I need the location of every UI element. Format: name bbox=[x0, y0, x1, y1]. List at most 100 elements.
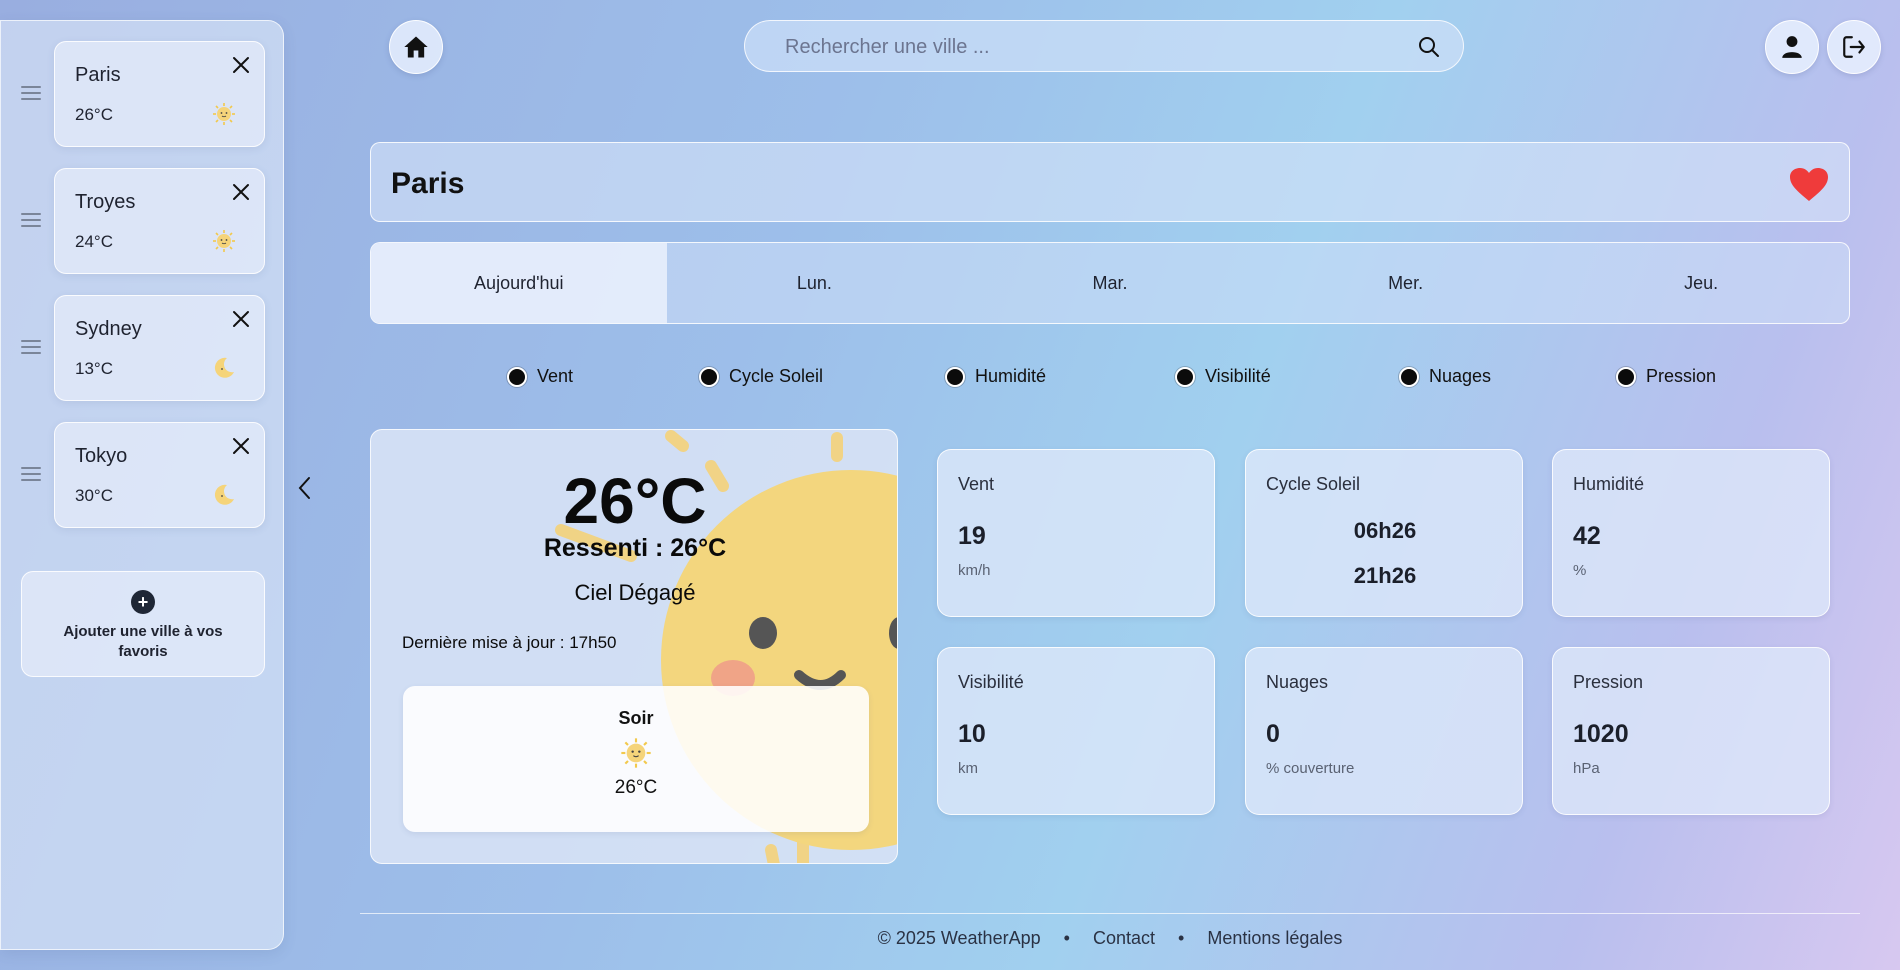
heart-icon[interactable] bbox=[1789, 167, 1829, 203]
wind-card: Vent 19 km/h bbox=[937, 449, 1215, 617]
favorite-card-tokyo[interactable]: Tokyo 30°C bbox=[54, 422, 265, 528]
home-icon bbox=[404, 36, 428, 58]
tab-monday[interactable]: Lun. bbox=[667, 243, 963, 323]
card-title: Pression bbox=[1573, 672, 1644, 692]
tab-thursday[interactable]: Jeu. bbox=[1553, 243, 1849, 323]
favorite-row: Troyes 24°C bbox=[1, 168, 285, 274]
toggle-visibility[interactable]: Visibilité bbox=[1175, 366, 1271, 387]
current-temp: 26°C bbox=[563, 465, 707, 537]
radio-dot bbox=[1175, 366, 1195, 387]
drag-handle-icon[interactable] bbox=[21, 86, 41, 100]
city-title: Paris bbox=[391, 167, 465, 200]
toggle-label: Visibilité bbox=[1205, 366, 1271, 386]
toggle-wind[interactable]: Vent bbox=[507, 366, 573, 387]
favorite-card-sydney[interactable]: Sydney 13°C bbox=[54, 295, 265, 401]
favorite-row: Sydney 13°C bbox=[1, 295, 285, 401]
card-value: 19 bbox=[958, 522, 986, 550]
radio-dot bbox=[1616, 366, 1636, 387]
last-updated: Dernière mise à jour : 17h50 bbox=[402, 633, 617, 652]
weather-description: Ciel Dégagé bbox=[574, 580, 696, 605]
favorite-name: Sydney bbox=[75, 318, 142, 340]
favorite-name: Tokyo bbox=[75, 445, 128, 467]
profile-button[interactable] bbox=[1765, 20, 1819, 74]
card-unit: hPa bbox=[1573, 760, 1600, 777]
card-title: Visibilité bbox=[958, 672, 1024, 692]
plus-icon: + bbox=[131, 590, 155, 614]
toggle-sun-cycle[interactable]: Cycle Soleil bbox=[699, 366, 823, 387]
drag-handle-icon[interactable] bbox=[21, 340, 41, 354]
city-header: Paris bbox=[370, 142, 1850, 222]
toggle-pressure[interactable]: Pression bbox=[1616, 366, 1716, 387]
toggle-clouds[interactable]: Nuages bbox=[1399, 366, 1491, 387]
sunrise-time: 06h26 bbox=[1353, 518, 1417, 543]
sunset-time: 21h26 bbox=[1353, 563, 1417, 588]
home-button[interactable] bbox=[389, 20, 443, 74]
card-title: Vent bbox=[958, 474, 995, 494]
card-unit: % couverture bbox=[1266, 760, 1355, 777]
favorite-temp: 30°C bbox=[75, 486, 113, 505]
add-favorite-label: Ajouter une ville à vos favoris bbox=[63, 623, 223, 660]
close-icon[interactable] bbox=[232, 56, 250, 74]
card-title: Nuages bbox=[1266, 672, 1329, 692]
card-unit: % bbox=[1573, 562, 1587, 579]
evening-temp: 26°C bbox=[614, 777, 658, 798]
user-icon bbox=[1782, 36, 1802, 58]
sun-icon bbox=[213, 230, 235, 252]
search-input[interactable] bbox=[785, 34, 1385, 60]
favorites-sidebar: Paris 26°C Troyes 24°C Sydney 13°C Tokyo… bbox=[0, 20, 284, 950]
close-icon[interactable] bbox=[232, 183, 250, 201]
logout-button[interactable] bbox=[1827, 20, 1881, 74]
toggle-label: Pression bbox=[1646, 366, 1717, 386]
drag-handle-icon[interactable] bbox=[21, 467, 41, 481]
logout-icon bbox=[1843, 36, 1865, 58]
radio-dot bbox=[945, 366, 965, 387]
favorite-name: Paris bbox=[75, 64, 121, 86]
humidity-card: Humidité 42 % bbox=[1552, 449, 1830, 617]
drag-handle-icon[interactable] bbox=[21, 213, 41, 227]
card-unit: km/h bbox=[958, 562, 991, 579]
sun-icon bbox=[621, 738, 651, 768]
radio-dot bbox=[699, 366, 719, 387]
favorite-card-troyes[interactable]: Troyes 24°C bbox=[54, 168, 265, 274]
card-value: 0 bbox=[1266, 720, 1280, 748]
sun-cycle-card: Cycle Soleil 06h26 21h26 bbox=[1245, 449, 1523, 617]
moon-icon bbox=[214, 357, 234, 378]
card-title: Humidité bbox=[1573, 474, 1645, 494]
card-unit: km bbox=[958, 760, 978, 777]
footer-separator: • bbox=[1063, 928, 1070, 948]
favorite-card-paris[interactable]: Paris 26°C bbox=[54, 41, 265, 147]
card-value: 10 bbox=[958, 720, 986, 748]
add-favorite-button[interactable]: + Ajouter une ville à vos favoris bbox=[21, 571, 265, 677]
tab-tuesday[interactable]: Mar. bbox=[962, 243, 1258, 323]
radio-dot bbox=[507, 366, 527, 387]
close-icon[interactable] bbox=[232, 310, 250, 328]
tab-today[interactable]: Aujourd'hui bbox=[371, 243, 667, 323]
pressure-card: Pression 1020 hPa bbox=[1552, 647, 1830, 815]
favorite-row: Paris 26°C bbox=[1, 41, 285, 147]
close-icon[interactable] bbox=[232, 437, 250, 455]
sun-icon bbox=[213, 103, 235, 125]
chevron-left-icon[interactable] bbox=[296, 476, 314, 500]
current-weather-card: 26°C Ressenti : 26°C Ciel Dégagé Dernièr… bbox=[370, 429, 898, 864]
search-icon[interactable] bbox=[1417, 35, 1441, 59]
footer-divider bbox=[360, 913, 1860, 914]
favorite-name: Troyes bbox=[75, 191, 136, 213]
copyright: © 2025 WeatherApp bbox=[877, 928, 1041, 948]
radio-dot bbox=[1399, 366, 1419, 387]
search-bar bbox=[744, 20, 1464, 72]
favorite-row: Tokyo 30°C bbox=[1, 422, 285, 528]
toggle-humidity[interactable]: Humidité bbox=[945, 366, 1046, 387]
favorite-temp: 26°C bbox=[75, 105, 113, 124]
tab-wednesday[interactable]: Mer. bbox=[1258, 243, 1554, 323]
feels-like: Ressenti : 26°C bbox=[543, 534, 727, 562]
contact-link[interactable]: Contact bbox=[1093, 928, 1155, 948]
toggle-label: Cycle Soleil bbox=[729, 366, 824, 386]
legal-link[interactable]: Mentions légales bbox=[1207, 928, 1342, 948]
evening-label: Soir bbox=[618, 708, 654, 728]
toggle-label: Humidité bbox=[975, 366, 1047, 386]
card-value: 1020 bbox=[1573, 720, 1629, 748]
favorite-temp: 24°C bbox=[75, 232, 113, 251]
footer-separator: • bbox=[1178, 928, 1185, 948]
clouds-card: Nuages 0 % couverture bbox=[1245, 647, 1523, 815]
card-value: 42 bbox=[1573, 522, 1601, 550]
